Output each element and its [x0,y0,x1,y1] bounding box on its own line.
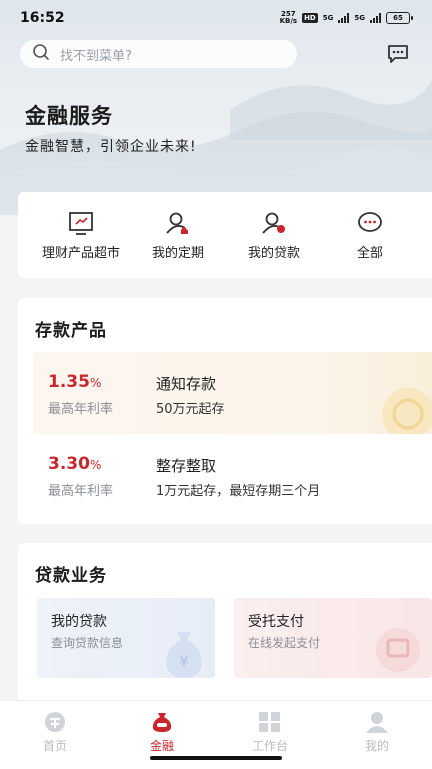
battery-icon: 65 [386,12,413,24]
rate-value: 3.30% [48,454,102,474]
quick-item-label: 理财产品超市 [41,246,120,261]
tab-label: 金融 [149,739,174,753]
status-time: 16:52 [20,10,65,26]
signal-icon [370,13,381,23]
payment-decoration-icon [376,628,420,672]
product-desc: 1万元起存，最短存期三个月 [156,484,321,499]
loan-card-entrusted-payment[interactable]: 受托支付 在线发起支付 [234,598,432,678]
search-input[interactable]: 找不到菜单? [20,40,297,68]
quick-item-all[interactable]: 全部 [315,210,425,261]
chart-board-icon [67,210,95,236]
quick-item-label: 我的定期 [151,246,204,261]
search-placeholder: 找不到菜单? [60,48,132,64]
quick-item-wealth-market[interactable]: 理财产品超市 [26,210,136,261]
status-indicators: 257 KB/s HD 5G 5G 65 [279,10,413,25]
quick-item-label: 全部 [356,246,383,261]
coin-decoration-icon [382,388,432,434]
money-bag-icon [150,711,174,733]
quick-item-label: 我的贷款 [247,246,300,261]
network-speed: 257 KB/s [279,10,298,25]
profile-icon [365,711,389,733]
status-bar: 16:52 257 KB/s HD 5G 5G 65 [0,0,432,36]
home-indicator[interactable] [150,756,282,760]
tab-finance[interactable]: 金融 [122,711,202,754]
tab-label: 我的 [364,739,389,753]
page-subtitle: 金融智慧，引领企业未来! [25,139,197,155]
page-title: 金融服务 [25,104,113,128]
network-type-2: 5G [354,14,365,22]
rate-value: 1.35% [48,372,102,392]
product-name: 通知存款 [156,375,217,393]
section-title: 存款产品 [35,321,107,341]
quick-item-my-loan[interactable]: 我的贷款 [219,210,329,261]
product-name: 整存整取 [156,457,217,475]
tab-label: 工作台 [251,739,288,753]
loan-card-desc: 查询贷款信息 [51,636,124,650]
svg-text:¥: ¥ [180,654,189,670]
section-title: 贷款业务 [35,566,107,586]
hd-badge: HD [302,13,318,23]
user-loan-icon [260,210,288,236]
money-bag-decoration-icon: ¥ [166,632,202,678]
tab-workbench[interactable]: 工作台 [230,711,310,754]
quick-item-my-deposit[interactable]: 我的定期 [123,210,233,261]
home-icon [43,711,67,733]
quick-menu: 理财产品超市 我的定期 我的贷款 全部 [18,192,432,278]
message-button[interactable] [386,44,410,64]
user-deposit-icon [164,210,192,236]
loan-card-my-loan[interactable]: ¥ 我的贷款 查询贷款信息 [37,598,215,678]
more-icon [356,210,384,236]
signal-icon [338,13,350,23]
loan-card-desc: 在线发起支付 [248,636,321,650]
loan-card-title: 受托支付 [248,614,304,630]
rate-label: 最高年利率 [48,402,114,417]
rate-label: 最高年利率 [48,484,114,499]
tab-home[interactable]: 首页 [15,711,95,754]
search-icon [32,43,50,65]
loan-section: 贷款业务 ¥ 我的贷款 查询贷款信息 受托支付 在线发起支付 [18,543,432,703]
deposit-product-card[interactable]: 1.35% 最高年利率 通知存款 50万元起存 [33,352,432,434]
deposit-section: 存款产品 1.35% 最高年利率 通知存款 50万元起存 3.30% 最高年利率… [18,298,432,524]
product-desc: 50万元起存 [156,402,225,417]
tab-profile[interactable]: 我的 [337,711,417,754]
deposit-product-card[interactable]: 3.30% 最高年利率 整存整取 1万元起存，最短存期三个月 [33,434,432,516]
tab-label: 首页 [42,739,67,753]
network-type-1: 5G [322,14,334,22]
workbench-icon [258,711,282,733]
message-icon [386,45,410,68]
loan-card-title: 我的贷款 [51,614,107,630]
